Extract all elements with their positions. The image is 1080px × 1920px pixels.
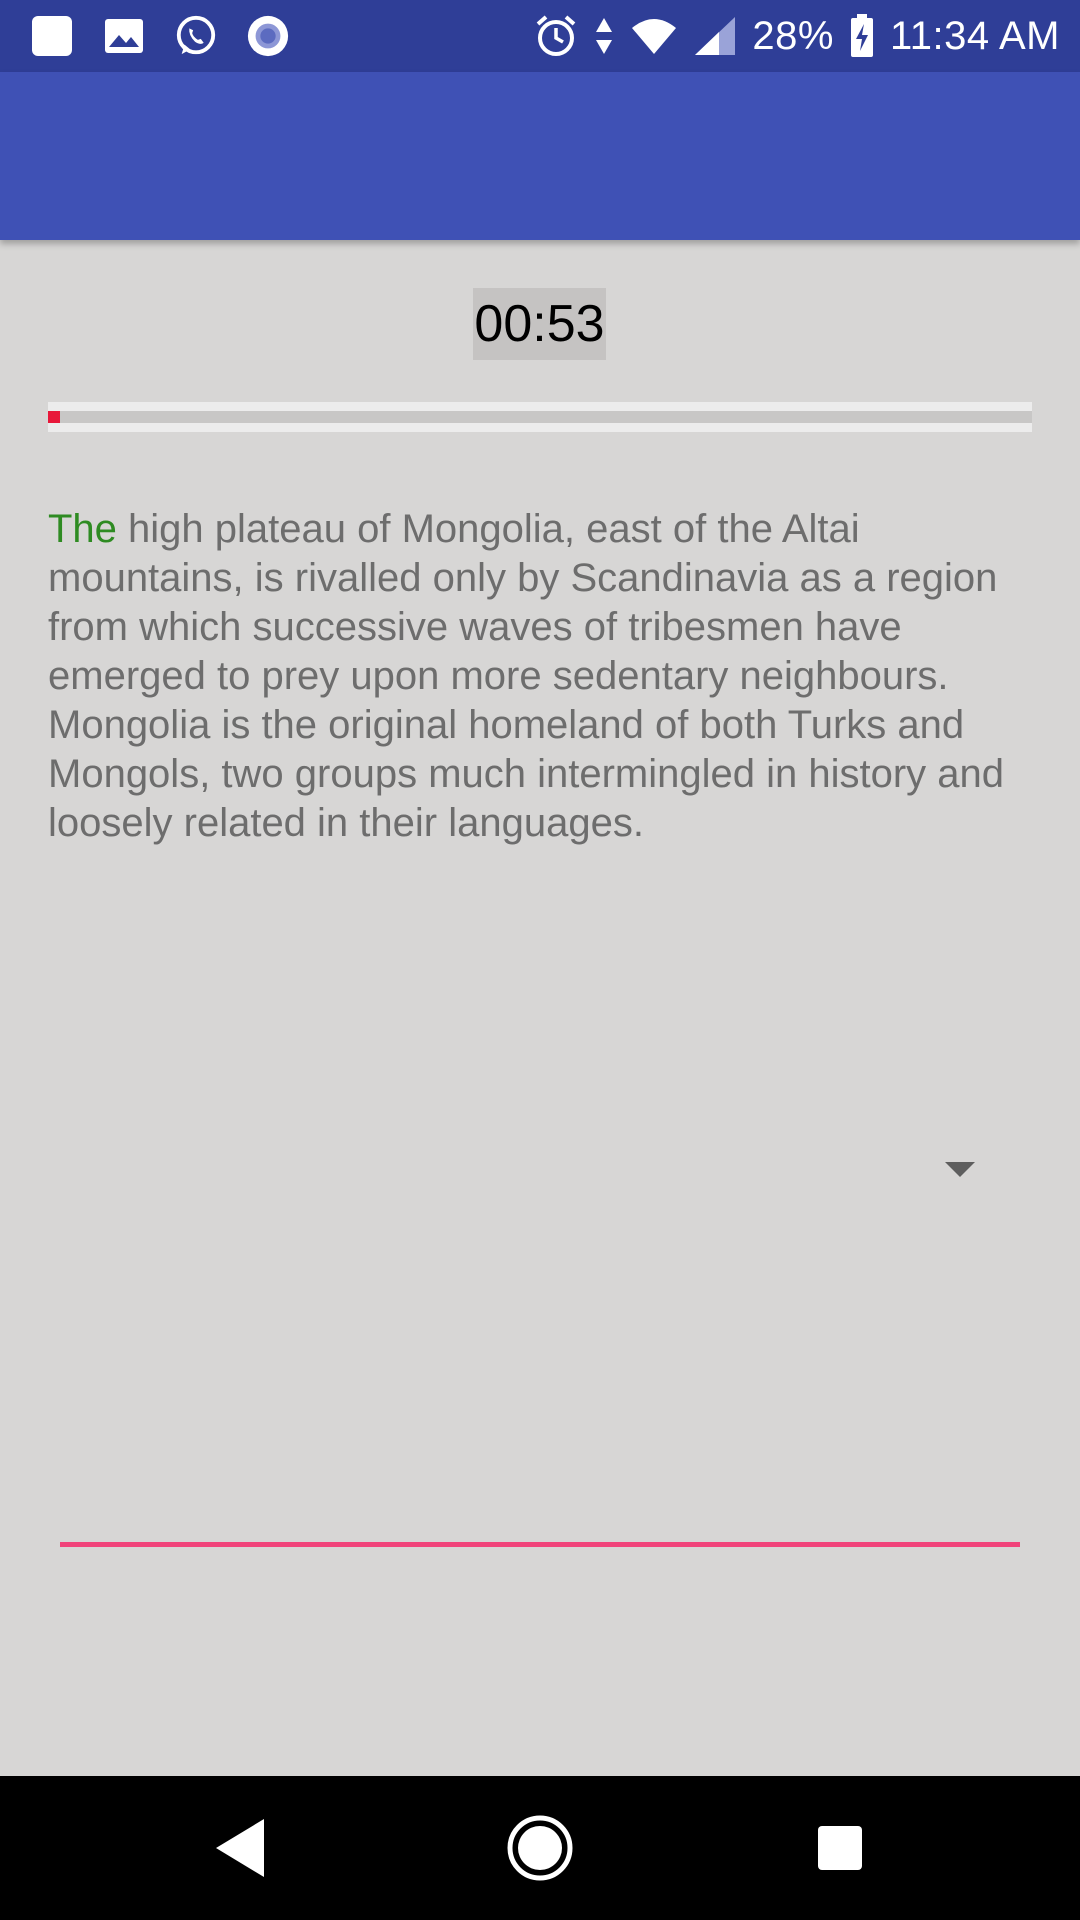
clock: 11:34 AM [889, 13, 1060, 58]
reading-progress-bar [48, 402, 1032, 432]
notification-square-icon [30, 14, 74, 58]
home-button[interactable] [498, 1806, 582, 1890]
reading-passage: The high plateau of Mongolia, east of th… [48, 505, 1038, 848]
passage-text: high plateau of Mongolia, east of the Al… [48, 507, 1005, 845]
status-bar-notifications [30, 12, 290, 60]
status-bar: 28% 11:34 AM [0, 0, 1080, 72]
dropdown-spinner[interactable] [930, 1150, 990, 1190]
answer-input-underline[interactable] [60, 1542, 1020, 1547]
home-icon [507, 1815, 573, 1881]
wifi-icon [630, 14, 678, 58]
timer-display: 00:53 [473, 288, 606, 360]
highlighted-word: The [48, 507, 117, 551]
record-icon [246, 14, 290, 58]
progress-fill [48, 411, 60, 423]
battery-percent: 28% [752, 13, 834, 58]
gallery-icon [102, 14, 146, 58]
recents-icon [818, 1826, 862, 1870]
signal-icon [692, 14, 738, 58]
battery-charging-icon [848, 14, 876, 58]
status-bar-system: 28% 11:34 AM [534, 0, 1060, 72]
alarm-icon [534, 14, 578, 58]
dropdown-arrow-icon [945, 1162, 975, 1177]
navigation-bar [0, 1776, 1080, 1920]
data-arrows-icon [592, 14, 616, 58]
whatsapp-icon [174, 14, 218, 58]
app-bar [0, 72, 1080, 240]
back-icon [216, 1819, 264, 1877]
recents-button[interactable] [798, 1806, 882, 1890]
back-button[interactable] [198, 1806, 282, 1890]
progress-track [48, 411, 1032, 423]
